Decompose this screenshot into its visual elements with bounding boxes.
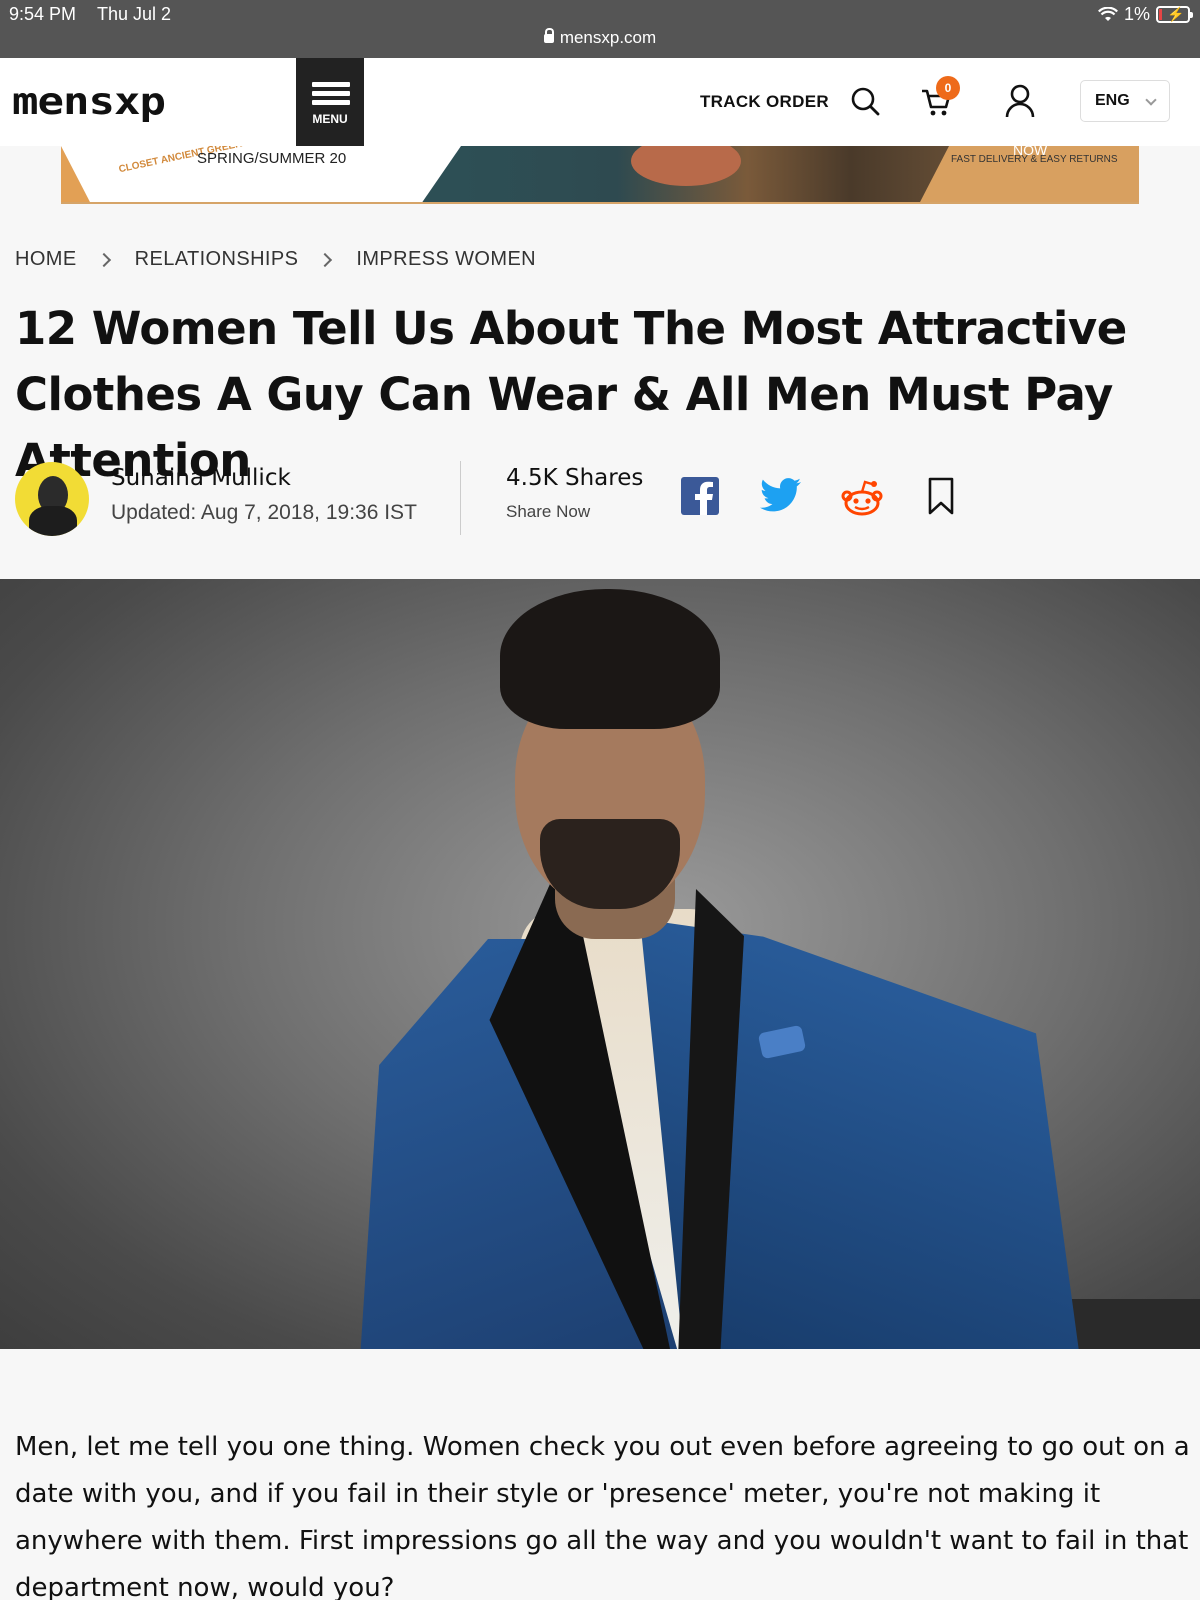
author-avatar[interactable]	[15, 462, 89, 536]
chevron-right-icon	[96, 252, 111, 267]
address-bar[interactable]: mensxp.com	[0, 28, 1200, 48]
banner-photo	[421, 146, 981, 202]
language-label: ENG	[1095, 92, 1130, 109]
wifi-icon	[1098, 6, 1118, 21]
menu-button[interactable]: MENU	[296, 58, 364, 146]
status-date: Thu Jul 2	[97, 4, 172, 24]
chevron-right-icon	[318, 252, 333, 267]
search-icon[interactable]	[850, 86, 880, 116]
status-indicators: 1% ⚡	[1098, 4, 1193, 25]
banner-season-text: SPRING/SUMMER 20	[197, 150, 347, 167]
bookmark-icon[interactable]	[928, 477, 954, 515]
track-order-link[interactable]: TRACK ORDER	[700, 92, 829, 112]
banner-ad[interactable]: CLOSET ANCIENT GREEK SANDALS SPRING/SUMM…	[61, 146, 1139, 204]
status-bar: 9:54 PM Thu Jul 2 1% ⚡ mensxp.com	[0, 0, 1200, 58]
reddit-icon[interactable]	[841, 477, 883, 517]
cart-count-badge: 0	[936, 76, 960, 100]
battery-icon: ⚡	[1156, 6, 1193, 23]
shares-count: 4.5K Shares	[506, 465, 644, 491]
menu-icon	[312, 82, 350, 109]
language-selector[interactable]: ENG	[1080, 80, 1170, 122]
battery-percent: 1%	[1123, 4, 1150, 24]
status-time: 9:54 PM	[9, 4, 77, 24]
breadcrumb: HOME RELATIONSHIPS IMPRESS WOMEN	[15, 248, 536, 271]
site-logo[interactable]: mensxp	[12, 80, 166, 123]
breadcrumb-impress-women[interactable]: IMPRESS WOMEN	[356, 248, 536, 271]
article-body-paragraph: Men, let me tell you one thing. Women ch…	[15, 1432, 1190, 1600]
breadcrumb-relationships[interactable]: RELATIONSHIPS	[135, 248, 299, 271]
banner-cta-panel: NOW FAST DELIVERY & EASY RETURNS	[919, 146, 1139, 202]
url-text: mensxp.com	[559, 28, 657, 47]
facebook-icon[interactable]	[681, 477, 719, 515]
lock-icon	[543, 28, 554, 43]
banner-delivery-text: FAST DELIVERY & EASY RETURNS	[951, 154, 1118, 165]
updated-date: Updated: Aug 7, 2018, 19:36 IST	[111, 501, 417, 524]
author-name[interactable]: Sunaina Mullick	[111, 465, 291, 491]
twitter-icon[interactable]	[760, 477, 802, 515]
menu-label: MENU	[312, 112, 348, 126]
site-header: mensxp MENU TRACK ORDER 0 ENG	[0, 58, 1200, 146]
user-icon[interactable]	[1004, 84, 1036, 118]
breadcrumb-home[interactable]: HOME	[15, 248, 77, 271]
hero-image	[0, 579, 1200, 1349]
share-now-label: Share Now	[506, 502, 591, 521]
chevron-down-icon	[1145, 94, 1157, 106]
byline-divider	[460, 461, 461, 535]
